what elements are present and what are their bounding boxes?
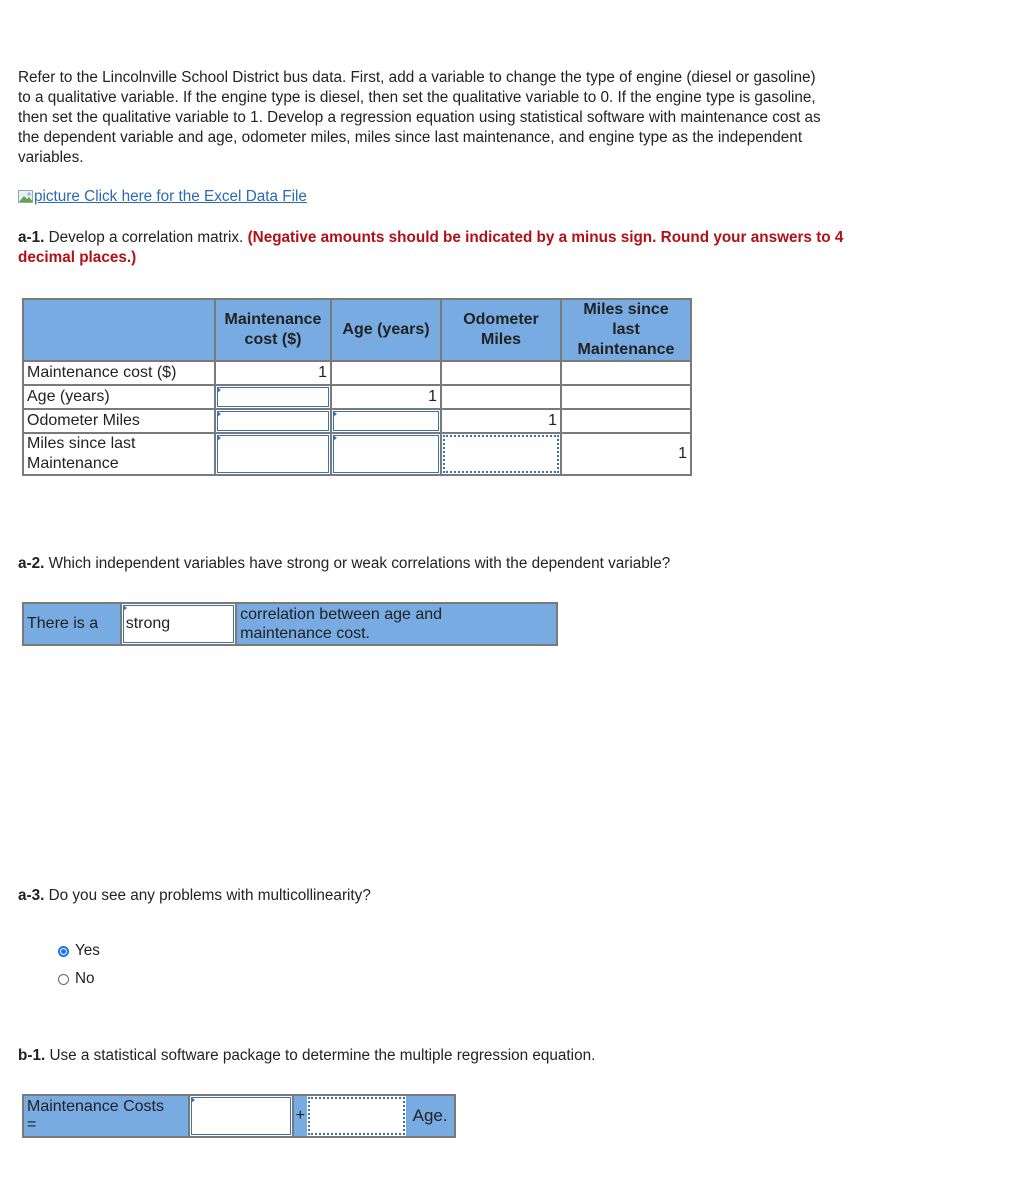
a2-question: a-2. Which independent variables have st…: [18, 554, 968, 574]
excel-link-label: Click here for the Excel Data File: [84, 188, 307, 205]
a2-suffix-text: maintenance cost.: [240, 625, 370, 642]
corr-milessince-odometer-input[interactable]: [440, 432, 562, 476]
radio-checked-icon[interactable]: [58, 945, 69, 957]
strength-select[interactable]: strong: [119, 602, 238, 646]
matrix-value: 1: [560, 432, 692, 476]
intro-paragraph: Refer to the Lincolnville School Distric…: [18, 68, 968, 168]
intercept-input[interactable]: [188, 1094, 294, 1138]
input-marker-icon: [122, 605, 127, 611]
corr-odometer-maintenance-input[interactable]: [214, 408, 332, 434]
b1-question: b-1. Use a statistical software package …: [18, 1046, 968, 1066]
radio-option-yes[interactable]: Yes: [58, 942, 100, 960]
correlation-matrix-table: Maintenance cost ($) Age (years) Odomete…: [22, 298, 692, 476]
intro-line: variables.: [18, 149, 84, 166]
a1-text: Develop a correlation matrix.: [48, 229, 244, 246]
radio-option-no[interactable]: No: [58, 970, 95, 988]
a2-answer-table: There is a strong correlation between ag…: [22, 602, 558, 646]
input-marker-icon: [333, 411, 337, 417]
a2-suffix: correlation between age and maintenance …: [235, 602, 558, 646]
matrix-empty: [330, 360, 442, 386]
row-label: Odometer Miles: [22, 408, 216, 434]
input-marker-icon: [217, 435, 221, 441]
matrix-empty: [560, 384, 692, 410]
header-age: Age (years): [330, 298, 442, 362]
row-label: Maintenance cost ($): [22, 360, 216, 386]
corr-odometer-age-input[interactable]: [330, 408, 442, 434]
intro-line: then set the qualitative variable to 1. …: [18, 109, 821, 126]
broken-image-alt: picture: [34, 188, 80, 205]
radio-unchecked-icon[interactable]: [58, 973, 69, 985]
header-text: Age (years): [342, 321, 430, 338]
table-header-row: Maintenance cost ($) Age (years) Odomete…: [22, 298, 692, 362]
header-text: Odometer: [463, 311, 539, 328]
matrix-empty: [440, 384, 562, 410]
a3-text: Do you see any problems with multicollin…: [48, 887, 371, 904]
input-marker-icon: [333, 435, 337, 441]
a2-text: Which independent variables have strong …: [48, 555, 671, 572]
equation-equals: =: [27, 1116, 37, 1133]
header-odometer-miles: Odometer Miles: [440, 298, 562, 362]
input-marker-icon: [217, 387, 221, 393]
equation-lhs: Maintenance Costs =: [21, 1094, 191, 1138]
a1-question: a-1. Develop a correlation matrix. (Nega…: [18, 228, 968, 268]
header-text: cost ($): [244, 331, 302, 348]
a2-suffix-text: correlation between age and: [240, 606, 443, 623]
matrix-value: 1: [440, 408, 562, 434]
row-label-text: Maintenance: [27, 455, 119, 472]
age-coefficient-input[interactable]: [306, 1094, 407, 1138]
header-text: Miles since: [583, 301, 669, 318]
b1-label: b-1.: [18, 1047, 46, 1064]
corr-age-maintenance-input[interactable]: [214, 384, 332, 410]
equation-lhs-text: Maintenance Costs: [27, 1098, 164, 1115]
header-corner: [22, 298, 216, 362]
matrix-value: 1: [330, 384, 442, 410]
a1-instruction-cont: decimal places.): [18, 249, 137, 266]
regression-equation-table: Maintenance Costs = + Age.: [21, 1094, 456, 1138]
input-marker-icon: [217, 411, 221, 417]
table-row: Maintenance cost ($) 1: [22, 360, 692, 386]
matrix-value: 1: [214, 360, 332, 386]
broken-image-icon: [18, 190, 34, 204]
corr-milessince-maintenance-input[interactable]: [214, 432, 332, 476]
intro-line: to a qualitative variable. If the engine…: [18, 89, 816, 106]
radio-label: Yes: [75, 942, 100, 959]
header-miles-since-maintenance: Miles since last Maintenance: [560, 298, 692, 362]
matrix-empty: [560, 360, 692, 386]
a2-prefix: There is a: [22, 602, 122, 646]
a1-label: a-1.: [18, 229, 45, 246]
table-row: Age (years) 1: [22, 384, 692, 410]
equation-row: Maintenance Costs = + Age.: [21, 1094, 456, 1138]
corr-milessince-age-input[interactable]: [330, 432, 442, 476]
table-row: Odometer Miles 1: [22, 408, 692, 434]
header-maintenance-cost: Maintenance cost ($): [214, 298, 332, 362]
intro-line: the dependent variable and age, odometer…: [18, 129, 803, 146]
header-text: Maintenance: [577, 341, 675, 358]
a3-question: a-3. Do you see any problems with multic…: [18, 886, 968, 906]
row-label: Age (years): [22, 384, 216, 410]
a2-answer-row: There is a strong correlation between ag…: [22, 602, 558, 646]
table-row: Miles since last Maintenance 1: [22, 432, 692, 476]
plus-sign: +: [291, 1094, 307, 1138]
strength-selected-value: strong: [125, 615, 171, 632]
term-age-label: Age.: [406, 1094, 456, 1138]
excel-data-link[interactable]: picture Click here for the Excel Data Fi…: [18, 188, 307, 206]
header-text: last: [612, 321, 640, 338]
radio-label: No: [75, 970, 95, 987]
a3-label: a-3.: [18, 887, 45, 904]
a2-label: a-2.: [18, 555, 45, 572]
header-text: Miles: [480, 331, 521, 348]
row-label: Miles since last Maintenance: [22, 432, 216, 476]
header-text: Maintenance: [224, 311, 322, 328]
input-marker-icon: [191, 1097, 196, 1103]
b1-text: Use a statistical software package to de…: [49, 1047, 596, 1064]
a1-instruction: (Negative amounts should be indicated by…: [247, 229, 844, 246]
matrix-empty: [440, 360, 562, 386]
matrix-empty: [560, 408, 692, 434]
intro-line: Refer to the Lincolnville School Distric…: [18, 69, 816, 86]
row-label-text: Miles since last: [27, 435, 136, 452]
